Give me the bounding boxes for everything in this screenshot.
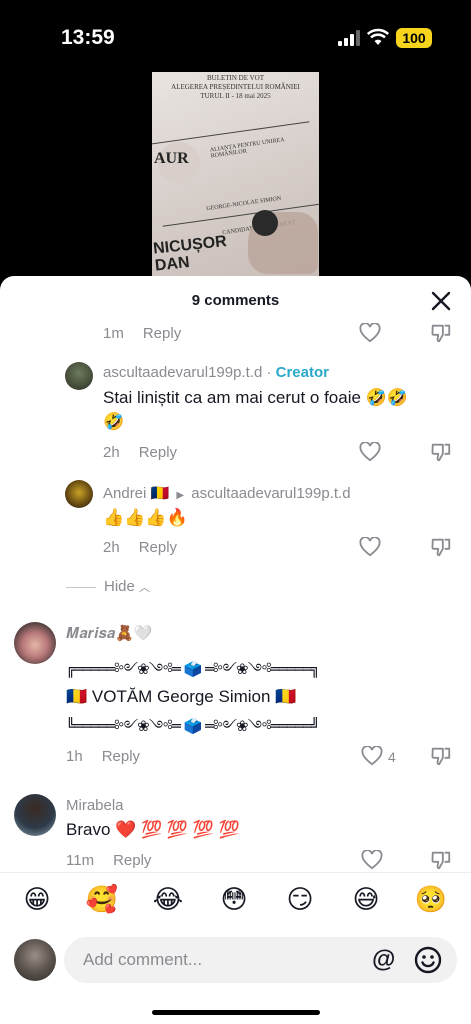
- reply-to-username[interactable]: ascultaadevarul199p.t.d: [191, 485, 350, 502]
- avatar[interactable]: [14, 794, 56, 836]
- comment-meta: 1m Reply: [103, 325, 181, 342]
- ballot-header: BULETIN DE VOT ALEGEREA PREȘEDINTELUI RO…: [171, 74, 300, 100]
- like-count: 4: [388, 749, 396, 765]
- comment-text: Stai liniștit ca am mai cerut o foaie 🤣🤣…: [103, 386, 408, 434]
- decorative-border-bottom: ╚═════༻❀༺═ 🗳️ ═༻❀༺═════╝: [66, 717, 320, 735]
- avatar[interactable]: [65, 480, 93, 508]
- chevron-up-icon: ︿: [139, 582, 151, 594]
- avatar[interactable]: [65, 362, 93, 390]
- comments-sheet: 9 comments 1m Reply ascultaadevarul199p.t…: [0, 276, 471, 1024]
- comment-text: Bravo ❤️ 💯 💯 💯 💯: [66, 820, 240, 839]
- comment-text: 👍👍👍🔥: [103, 508, 188, 527]
- status-bar: 13:59 100: [0, 0, 471, 70]
- reply-button[interactable]: Reply: [139, 539, 177, 556]
- mention-icon[interactable]: @: [372, 946, 395, 974]
- comment-username[interactable]: ascultaadevarul199p.t.d · Creator: [103, 364, 329, 381]
- comment-input[interactable]: Add comment... @: [64, 937, 457, 983]
- dislike-icon[interactable]: [430, 849, 452, 871]
- comment-username[interactable]: 𝑴𝒂𝒓𝒊𝒔𝒂🧸🤍: [66, 624, 153, 642]
- comment-time: 2h: [103, 444, 120, 461]
- heart-icon[interactable]: [359, 323, 381, 343]
- reply-button[interactable]: Reply: [143, 325, 181, 342]
- battery-indicator: 100: [396, 28, 432, 48]
- emoji-quick-bar: 😁 🥰 😂 😳 😏 😅 🥺: [0, 872, 471, 934]
- reply-button[interactable]: Reply: [102, 748, 140, 765]
- hide-label[interactable]: Hide: [104, 578, 135, 595]
- comments-count-title: 9 comments: [191, 292, 280, 309]
- emoji-hearts[interactable]: 🥰: [85, 883, 119, 917]
- comment-meta: 2h Reply: [103, 444, 177, 461]
- emoji-smirk[interactable]: 😏: [283, 883, 317, 917]
- comment-time: 1m: [103, 325, 124, 342]
- comment-input-placeholder[interactable]: Add comment...: [83, 950, 202, 970]
- heart-icon[interactable]: [361, 746, 383, 766]
- creator-badge: Creator: [275, 364, 329, 381]
- hide-replies-button[interactable]: Hide ︿: [66, 578, 150, 595]
- cellular-signal-icon: [338, 30, 360, 46]
- emoji-sweat-smile[interactable]: 😅: [349, 883, 383, 917]
- emoji-flushed[interactable]: 😳: [217, 883, 251, 917]
- my-avatar: [14, 939, 56, 981]
- status-time: 13:59: [61, 26, 115, 49]
- dislike-icon[interactable]: [430, 745, 452, 767]
- wifi-icon: [367, 28, 389, 45]
- comment-time: 2h: [103, 539, 120, 556]
- comment-text-line: 🤣: [103, 412, 125, 431]
- reply-button[interactable]: Reply: [139, 444, 177, 461]
- emoji-joy[interactable]: 😂: [151, 883, 185, 917]
- comment-meta: 11m Reply: [66, 852, 151, 869]
- home-indicator: [152, 1010, 320, 1015]
- avatar[interactable]: [14, 622, 56, 664]
- separator: ·: [266, 364, 272, 381]
- comment-username[interactable]: Andrei 🇹🇩 ▶ ascultaadevarul199p.t.d: [103, 484, 351, 502]
- username-link[interactable]: ascultaadevarul199p.t.d: [103, 364, 262, 381]
- heart-icon[interactable]: [359, 537, 381, 557]
- emoji-grin[interactable]: 😁: [20, 883, 54, 917]
- stamp: [252, 210, 278, 236]
- close-icon[interactable]: [430, 290, 452, 312]
- dislike-icon[interactable]: [430, 441, 452, 463]
- heart-icon[interactable]: [361, 850, 383, 870]
- heart-icon[interactable]: [359, 442, 381, 462]
- party-logo-text: AUR: [154, 150, 189, 167]
- comment-meta: 1h Reply: [66, 748, 140, 765]
- comment-time: 11m: [66, 852, 95, 869]
- comment-text-line: Stai liniștit ca am mai cerut o foaie 🤣🤣: [103, 388, 408, 407]
- comment-text: 🇷🇴 VOTĂM George Simion 🇷🇴: [66, 687, 297, 706]
- emoji-pleading[interactable]: 🥺: [414, 883, 448, 917]
- candidate-2-name: NICUȘOR DAN: [152, 233, 228, 275]
- username-link[interactable]: Andrei 🇹🇩: [103, 485, 169, 502]
- comment-username[interactable]: Mirabela: [66, 797, 124, 814]
- comment-time: 1h: [66, 748, 83, 765]
- reply-arrow-icon: ▶: [176, 490, 185, 501]
- video-preview[interactable]: BULETIN DE VOT ALEGEREA PREȘEDINTELUI RO…: [152, 72, 319, 280]
- comment-meta: 2h Reply: [103, 539, 177, 556]
- comment-input-row: Add comment... @: [0, 934, 471, 1004]
- dislike-icon[interactable]: [430, 322, 452, 344]
- emoji-picker-icon[interactable]: [414, 946, 442, 974]
- dislike-icon[interactable]: [430, 536, 452, 558]
- reply-button[interactable]: Reply: [113, 852, 151, 869]
